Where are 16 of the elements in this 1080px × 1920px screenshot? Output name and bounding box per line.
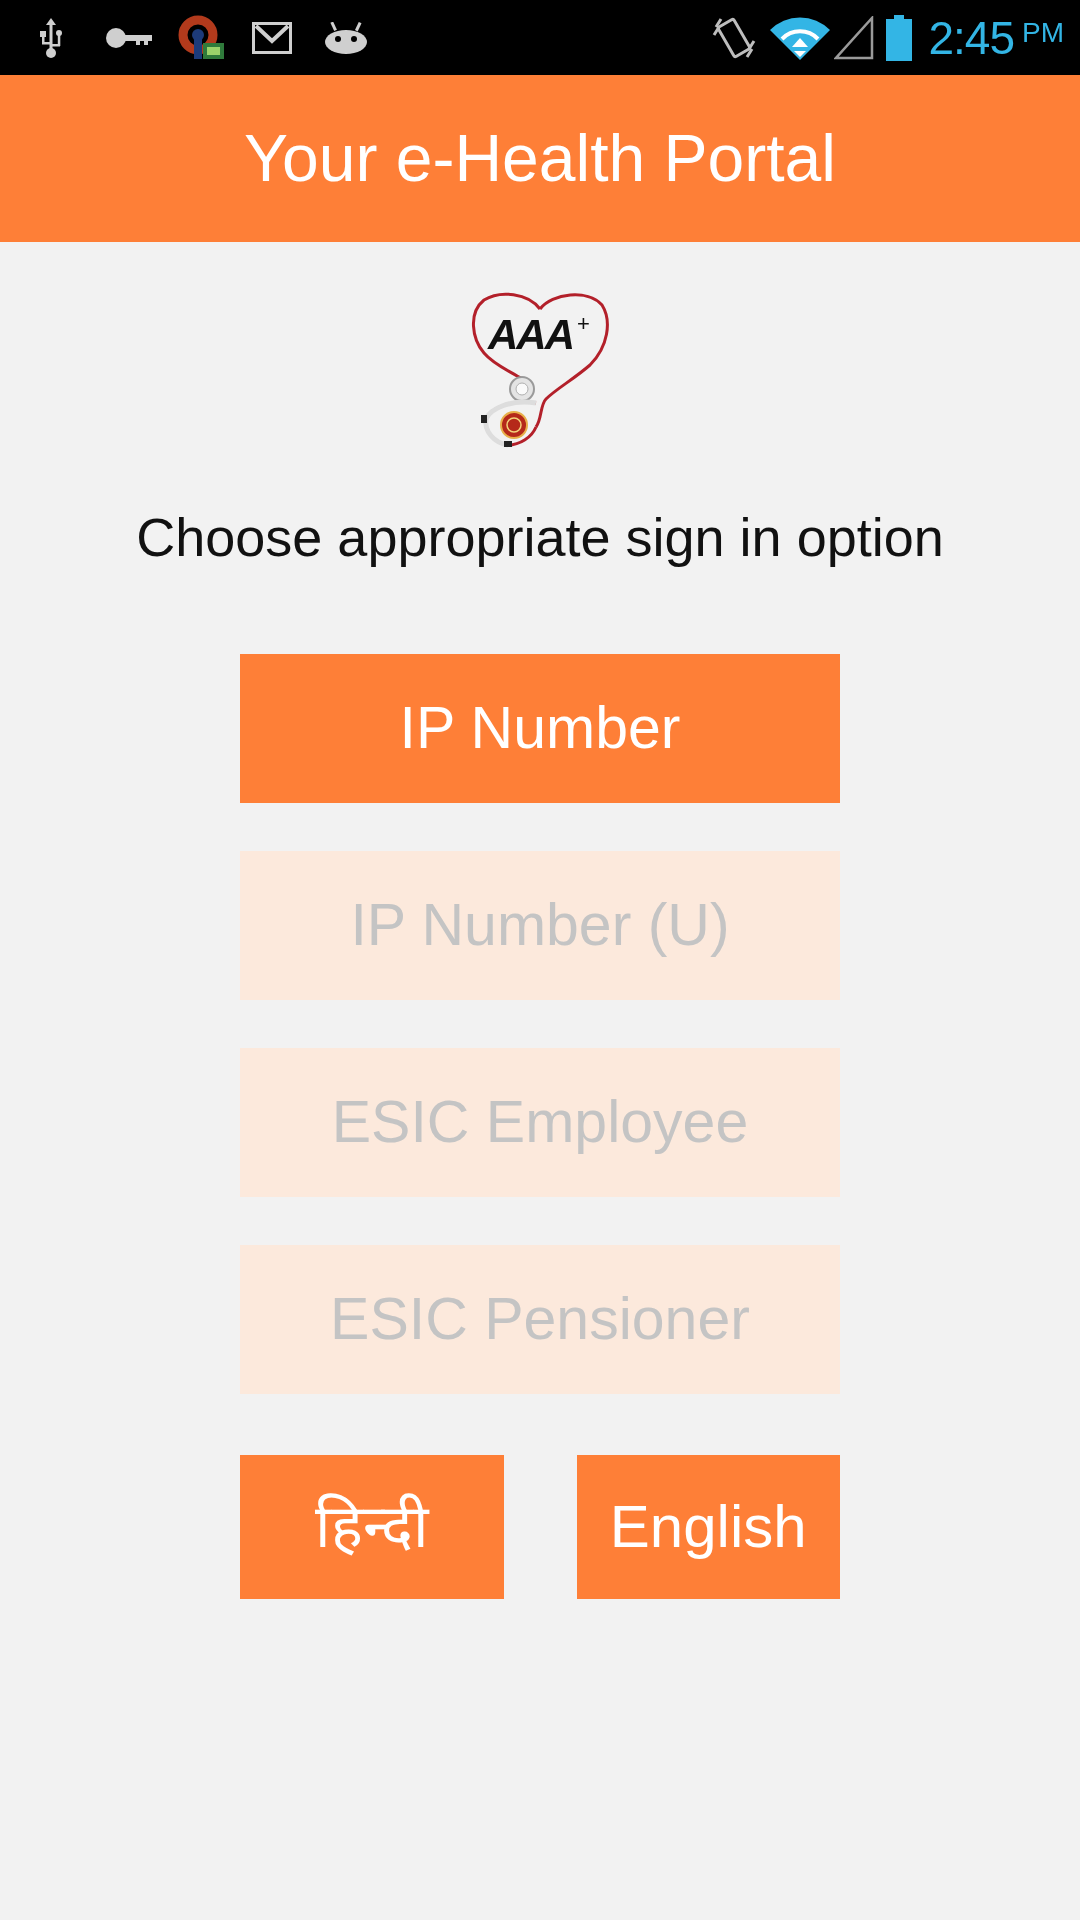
logo-text: AAA$^{+}$ (488, 313, 590, 358)
app-title: Your e-Health Portal (244, 122, 836, 195)
signal-icon (834, 15, 875, 60)
language-button[interactable]: English (576, 1454, 840, 1599)
mail-icon (252, 21, 292, 54)
sign-in-prompt: Choose appropriate sign in option (136, 506, 944, 569)
sign-in-option-button[interactable]: IP Number (240, 653, 840, 803)
wifi-icon (770, 15, 831, 60)
usb-icon (38, 17, 64, 58)
ring-badge-icon (178, 14, 224, 61)
robot-head-icon (324, 21, 368, 54)
language-button[interactable]: हिन्दी (240, 1454, 504, 1599)
clock-time: 2:45 (928, 14, 1014, 61)
battery-icon (886, 14, 913, 61)
key-icon (106, 27, 152, 48)
clock-meridiem: PM (1022, 18, 1064, 47)
